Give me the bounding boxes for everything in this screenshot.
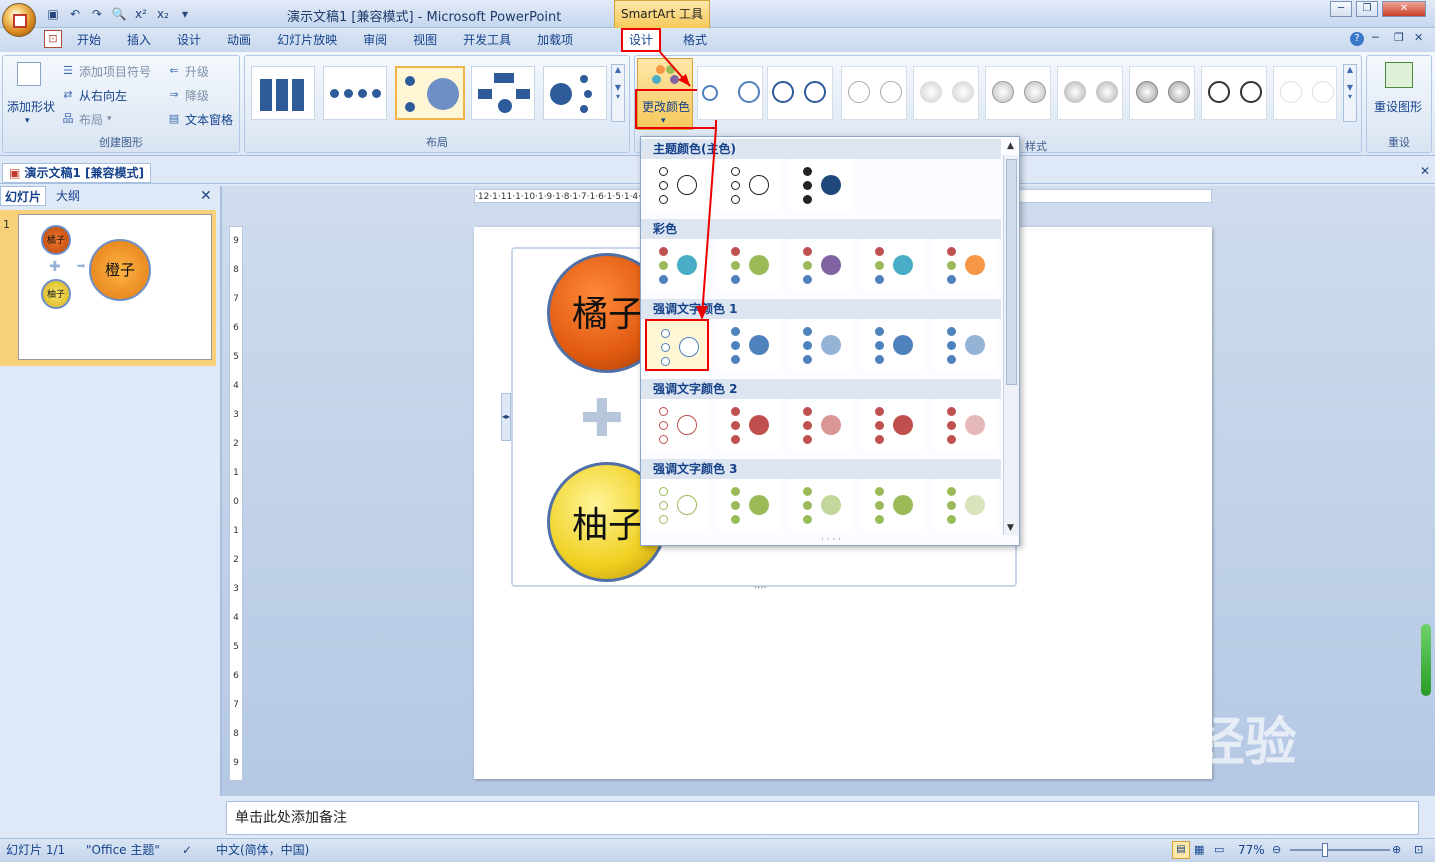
office-logo-icon bbox=[13, 14, 27, 28]
baidu-watermark-url: jingyan.baidu.com bbox=[1100, 800, 1267, 821]
fit-to-window-icon[interactable]: ⊡ bbox=[1414, 839, 1423, 861]
slide-sorter-icon[interactable]: ▦ bbox=[1194, 839, 1204, 861]
slideshow-icon[interactable]: ▭ bbox=[1214, 839, 1224, 861]
status-slide-count: 幻灯片 1/1 bbox=[6, 843, 66, 857]
office-button[interactable] bbox=[2, 3, 36, 37]
zoom-in-icon[interactable]: ⊕ bbox=[1392, 839, 1401, 861]
zoom-slider[interactable] bbox=[1290, 849, 1390, 851]
baidu-watermark: Bai经验 bbox=[1100, 713, 1297, 773]
zoom-level[interactable]: 77% bbox=[1238, 839, 1265, 861]
status-theme: "Office 主题" bbox=[86, 843, 160, 857]
spellcheck-icon[interactable]: ✓ bbox=[182, 839, 192, 861]
status-bar: 幻灯片 1/1 "Office 主题" ✓ 中文(简体，中国) ▤ ▦ ▭ 77… bbox=[0, 838, 1435, 862]
zoom-out-icon[interactable]: ⊖ bbox=[1272, 839, 1281, 861]
status-language: 中文(简体，中国) bbox=[216, 843, 310, 857]
zoom-slider-thumb[interactable] bbox=[1322, 843, 1328, 857]
normal-view-icon[interactable]: ▤ bbox=[1172, 841, 1190, 859]
